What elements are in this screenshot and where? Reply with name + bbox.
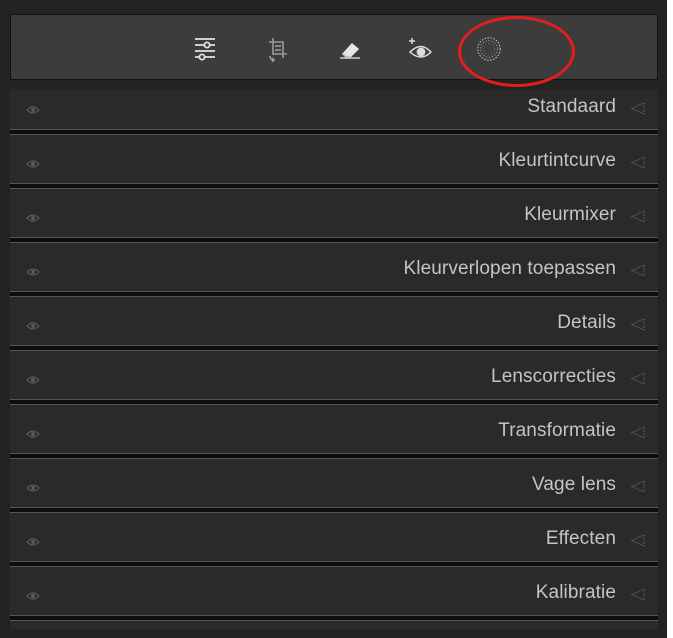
section-kalibratie[interactable]: Kalibratie xyxy=(10,575,658,629)
section-title: Kleurmixer xyxy=(524,204,616,225)
eye-icon[interactable] xyxy=(26,535,40,547)
collapse-triangle-icon[interactable] xyxy=(630,480,645,493)
red-eye-icon[interactable] xyxy=(406,35,434,63)
collapse-triangle-icon[interactable] xyxy=(630,210,645,223)
eye-icon[interactable] xyxy=(26,589,40,601)
collapse-triangle-icon[interactable] xyxy=(630,534,645,547)
section-title: Kleurverlopen toepassen xyxy=(403,258,616,279)
section-divider xyxy=(10,345,658,351)
section-kleurmixer[interactable]: Kleurmixer xyxy=(10,197,658,251)
collapse-triangle-icon[interactable] xyxy=(630,156,645,169)
section-transformatie[interactable]: Transformatie xyxy=(10,413,658,467)
section-divider xyxy=(10,561,658,567)
section-effecten[interactable]: Effecten xyxy=(10,521,658,575)
section-title: Details xyxy=(557,312,616,333)
section-title: Kleurtintcurve xyxy=(498,150,616,171)
section-divider xyxy=(10,291,658,297)
tool-strip xyxy=(10,14,658,87)
collapse-triangle-icon[interactable] xyxy=(630,102,645,115)
collapse-triangle-icon[interactable] xyxy=(630,426,645,439)
eye-icon[interactable] xyxy=(26,211,40,223)
section-divider xyxy=(10,507,658,513)
section-title: Vage lens xyxy=(532,474,616,495)
mask-circle-icon[interactable] xyxy=(475,35,503,63)
collapse-triangle-icon[interactable] xyxy=(630,372,645,385)
section-title: Lenscorrecties xyxy=(491,366,616,387)
section-divider xyxy=(10,615,658,621)
sliders-icon[interactable] xyxy=(191,35,219,63)
eye-icon[interactable] xyxy=(26,481,40,493)
section-lenscorrecties[interactable]: Lenscorrecties xyxy=(10,359,658,413)
eye-icon[interactable] xyxy=(26,427,40,439)
eraser-icon[interactable] xyxy=(336,35,364,63)
collapse-triangle-icon[interactable] xyxy=(630,318,645,331)
section-title: Kalibratie xyxy=(535,582,616,603)
section-divider xyxy=(10,183,658,189)
eye-icon[interactable] xyxy=(26,373,40,385)
eye-icon[interactable] xyxy=(26,265,40,277)
eye-icon[interactable] xyxy=(26,157,40,169)
section-details[interactable]: Details xyxy=(10,305,658,359)
section-divider xyxy=(10,237,658,243)
eye-icon[interactable] xyxy=(26,319,40,331)
section-vage-lens[interactable]: Vage lens xyxy=(10,467,658,521)
section-divider xyxy=(10,399,658,405)
section-title: Transformatie xyxy=(498,420,616,441)
collapse-triangle-icon[interactable] xyxy=(630,264,645,277)
section-kleurverlopen-toepassen[interactable]: Kleurverlopen toepassen xyxy=(10,251,658,305)
crop-rotate-icon[interactable] xyxy=(264,35,292,63)
develop-panel: Standaard Kleurtintcurve Kleurmixer Kleu… xyxy=(0,0,667,638)
section-kleurtintcurve[interactable]: Kleurtintcurve xyxy=(10,143,658,197)
section-divider xyxy=(10,453,658,459)
collapse-triangle-icon[interactable] xyxy=(630,588,645,601)
section-title: Standaard xyxy=(527,96,616,117)
section-title: Effecten xyxy=(545,528,616,549)
eye-icon[interactable] xyxy=(26,103,40,115)
section-divider xyxy=(10,129,658,135)
section-standaard[interactable]: Standaard xyxy=(10,89,658,143)
